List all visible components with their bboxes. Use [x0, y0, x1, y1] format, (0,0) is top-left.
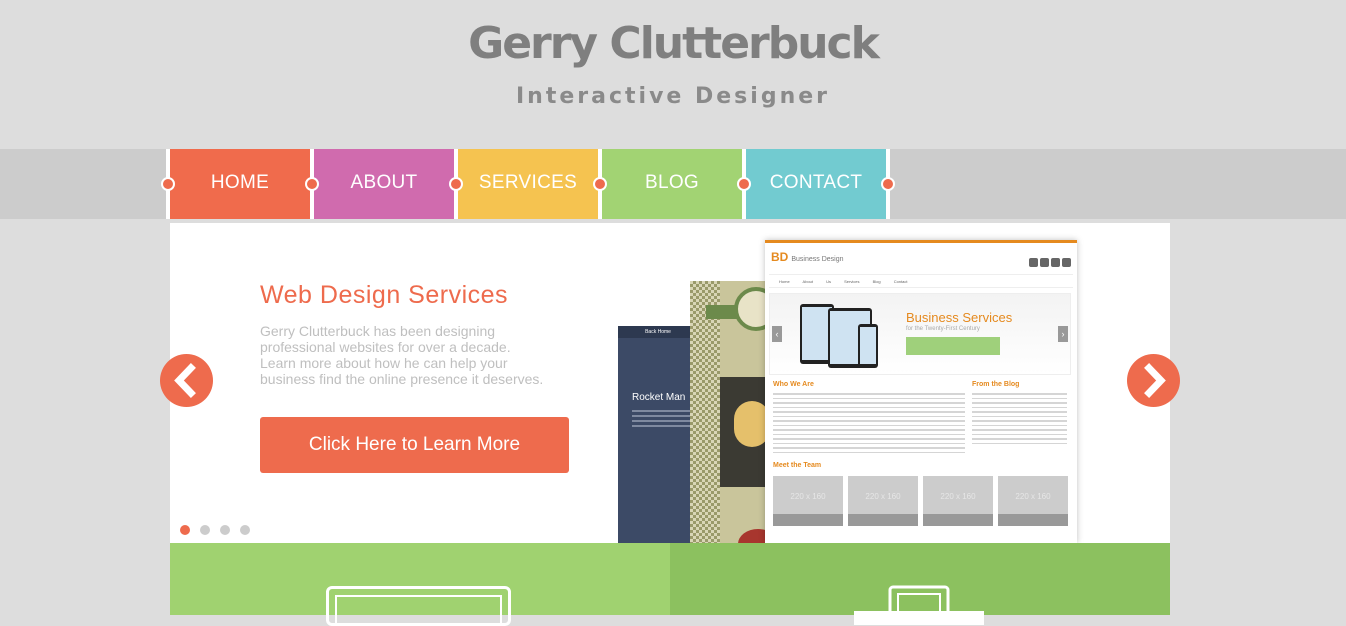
nav-divider-dot [593, 177, 607, 191]
nav-services[interactable]: SERVICES [458, 149, 598, 219]
feature-section [170, 543, 1170, 626]
slider-dot-3[interactable] [220, 525, 230, 535]
site-header: Gerry Clutterbuck Interactive Designer [0, 0, 1346, 148]
mockup-banner-subtitle: for the Twenty-First Century [906, 326, 980, 332]
slider-prev-button[interactable] [160, 354, 213, 407]
nav-divider-dot [305, 177, 319, 191]
site-subtitle: Interactive Designer [516, 84, 830, 109]
slide-text: Gerry Clutterbuck has been designing pro… [260, 323, 544, 387]
mockup-logo: BD Business Design [771, 250, 844, 264]
mockup-banner-title: Business Services [906, 310, 1013, 325]
mockup-banner-button [906, 337, 1000, 355]
site-title[interactable]: Gerry Clutterbuck [0, 18, 1346, 69]
mockup-meet-team: Meet the Team [773, 462, 822, 469]
slide-heading: Web Design Services [260, 281, 509, 309]
mockup-business-design: BD Business Design Home About Us Services… [765, 240, 1077, 543]
mockup-who-we-are: Who We Are [773, 381, 814, 388]
nav-divider-dot [449, 177, 463, 191]
device-icon [854, 585, 984, 625]
mockup-blog-lines [972, 393, 1067, 447]
mockup-next-icon: › [1058, 326, 1068, 342]
monitor-icon [326, 586, 511, 626]
mockup-nav: Home About Us Services Blog Contact [769, 274, 1073, 288]
mockup-rocket-man: Back Home Rocket Man [618, 326, 698, 543]
nav-home[interactable]: HOME [170, 149, 310, 219]
mockup-retro-design [690, 281, 780, 543]
main-nav: HOME ABOUT SERVICES BLOG CONTACT [0, 149, 1346, 219]
nav-about[interactable]: ABOUT [314, 149, 454, 219]
slider-next-button[interactable] [1127, 354, 1180, 407]
mockup-team-card: 220 x 160 [923, 476, 993, 526]
mockup-team-card: 220 x 160 [848, 476, 918, 526]
mockup-team-card: 220 x 160 [998, 476, 1068, 526]
mockup-prev-icon: ‹ [772, 326, 782, 342]
chevron-left-icon [174, 363, 196, 398]
chevron-right-icon [1144, 363, 1166, 398]
mockup-from-blog: From the Blog [972, 381, 1020, 388]
mockup-social-icons [1027, 254, 1071, 272]
mockup-left-header: Back Home [618, 326, 698, 338]
slider-dot-4[interactable] [240, 525, 250, 535]
mockup-left-title: Rocket Man [632, 392, 686, 403]
feature-mobile[interactable] [670, 543, 1170, 625]
nav-blog[interactable]: BLOG [602, 149, 742, 219]
mockup-team-card: 220 x 160 [773, 476, 843, 526]
nav-items: HOME ABOUT SERVICES BLOG CONTACT [161, 149, 895, 219]
nav-contact[interactable]: CONTACT [746, 149, 886, 219]
learn-more-button[interactable]: Click Here to Learn More [260, 417, 569, 473]
slider-pagination [180, 522, 260, 540]
checker-pattern [690, 281, 720, 543]
slider-dot-2[interactable] [200, 525, 210, 535]
nav-divider-dot [737, 177, 751, 191]
phone-icon [858, 324, 878, 368]
hero-slider: Web Design Services Gerry Clutterbuck ha… [170, 223, 1170, 543]
mockup-text-lines [773, 393, 965, 456]
nav-divider-dot [161, 177, 175, 191]
mockup-text-lines [632, 410, 690, 430]
mockup-banner: ‹ › Business Services for the Twenty-Fir… [769, 293, 1071, 375]
nav-divider-dot [881, 177, 895, 191]
slider-dot-1[interactable] [180, 525, 190, 535]
feature-web-design[interactable] [170, 543, 670, 626]
